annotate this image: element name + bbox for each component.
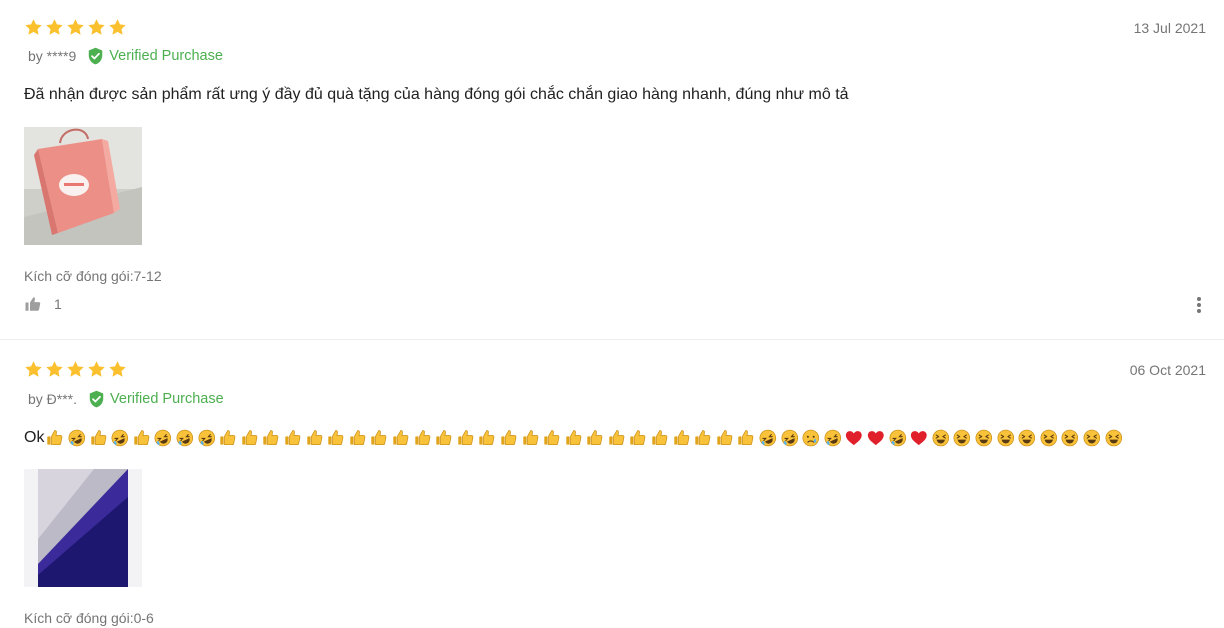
thumbs-up-emoji-icon bbox=[630, 430, 646, 445]
thumbs-up-emoji-icon bbox=[501, 430, 517, 445]
rofl-emoji-icon bbox=[889, 429, 906, 447]
verified-shield-icon bbox=[89, 390, 104, 408]
thumbs-up-emoji-icon bbox=[673, 430, 690, 445]
rofl-emoji-icon bbox=[176, 429, 194, 447]
squint-laugh-emoji-icon bbox=[1105, 429, 1122, 447]
review-text: Ok bbox=[24, 429, 45, 446]
package-size: Kích cỡ đóng gói:7-12 bbox=[24, 268, 162, 284]
crying-emoji-icon bbox=[802, 429, 820, 447]
heart-emoji-icon bbox=[846, 431, 863, 446]
verified-purchase-label: Verified Purchase bbox=[109, 48, 223, 64]
star-icon bbox=[25, 19, 42, 35]
review-date: 13 Jul 2021 bbox=[1133, 20, 1206, 36]
star-rating bbox=[24, 360, 127, 379]
like-count: 1 bbox=[54, 296, 62, 312]
review-content: Đã nhận được sản phẩm rất ưng ý đầy đủ q… bbox=[24, 86, 849, 103]
thumbs-up-emoji-icon bbox=[458, 430, 474, 445]
thumbs-up-emoji-icon bbox=[522, 430, 538, 445]
thumbs-up-emoji-icon bbox=[652, 430, 668, 445]
thumbs-up-emoji-icon bbox=[242, 430, 258, 445]
star-icon bbox=[109, 19, 126, 35]
review-card: 13 Jul 2021 by ****9 Verified Purchase Đ… bbox=[0, 0, 1224, 340]
rofl-emoji-icon bbox=[781, 429, 798, 447]
squint-laugh-emoji-icon bbox=[953, 429, 971, 447]
squint-laugh-emoji-icon bbox=[1083, 429, 1100, 447]
squint-laugh-emoji-icon bbox=[997, 429, 1014, 447]
rofl-emoji-icon bbox=[198, 429, 215, 447]
thumbs-up-emoji-icon bbox=[479, 430, 495, 445]
review-content: Ok bbox=[24, 428, 1124, 448]
star-rating bbox=[24, 18, 127, 37]
star-icon bbox=[46, 361, 63, 377]
thumbs-up-emoji-icon bbox=[393, 430, 409, 445]
review-byline: by Đ***. Verified Purchase bbox=[24, 389, 224, 409]
star-icon bbox=[46, 19, 63, 35]
reviewer-name: by Đ***. bbox=[28, 391, 78, 407]
thumbs-up-emoji-icon bbox=[609, 430, 625, 445]
thumbs-up-emoji-icon bbox=[566, 430, 582, 445]
squint-laugh-emoji-icon bbox=[1040, 429, 1057, 447]
star-icon bbox=[88, 361, 105, 377]
rofl-emoji-icon bbox=[111, 429, 129, 447]
squint-laugh-emoji-icon bbox=[975, 429, 993, 447]
verified-purchase-label: Verified Purchase bbox=[110, 391, 224, 407]
heart-emoji-icon bbox=[867, 431, 884, 446]
like-button[interactable]: 1 bbox=[24, 295, 62, 313]
review-photo[interactable] bbox=[24, 127, 142, 245]
squint-laugh-emoji-icon bbox=[932, 429, 949, 447]
review-date: 06 Oct 2021 bbox=[1129, 362, 1206, 378]
thumbs-up-emoji-icon bbox=[263, 430, 279, 445]
thumbs-up-emoji-icon bbox=[306, 430, 322, 445]
review-photo[interactable] bbox=[24, 469, 142, 587]
thumbs-up-emoji-icon bbox=[328, 430, 344, 445]
thumbs-up-emoji-icon bbox=[220, 430, 236, 445]
more-vertical-icon[interactable] bbox=[1196, 296, 1202, 314]
thumbs-up-emoji-icon bbox=[738, 430, 754, 445]
squint-laugh-emoji-icon bbox=[1018, 429, 1036, 447]
thumbs-up-emoji-icon bbox=[350, 430, 366, 445]
thumbs-up-emoji-icon bbox=[717, 430, 733, 445]
star-icon bbox=[67, 361, 84, 377]
thumbs-up-emoji-icon bbox=[414, 430, 430, 445]
reviewer-name: by ****9 bbox=[28, 48, 77, 64]
star-icon bbox=[109, 361, 126, 377]
squint-laugh-emoji-icon bbox=[1061, 429, 1079, 447]
star-icon bbox=[67, 19, 84, 35]
rofl-emoji-icon bbox=[154, 429, 172, 447]
thumbs-up-emoji-icon bbox=[544, 430, 560, 445]
thumbs-up-emoji-icon bbox=[134, 430, 150, 445]
star-icon bbox=[88, 19, 105, 35]
review-card: 06 Oct 2021 by Đ***. Verified Purchase O… bbox=[0, 340, 1224, 627]
review-byline: by ****9 Verified Purchase bbox=[24, 46, 223, 66]
thumbs-up-emoji-icon bbox=[285, 430, 301, 445]
rofl-emoji-icon bbox=[824, 429, 841, 447]
package-size: Kích cỡ đóng gói:0-6 bbox=[24, 610, 154, 626]
star-icon bbox=[25, 361, 42, 377]
heart-emoji-icon bbox=[911, 431, 927, 446]
thumbs-up-emoji-icon bbox=[587, 430, 603, 445]
thumbs-up-emoji-icon bbox=[90, 430, 106, 445]
review-content-line: Ok bbox=[24, 428, 1124, 448]
thumbs-up-emoji-icon bbox=[695, 430, 711, 445]
thumbs-up-emoji-icon bbox=[47, 430, 63, 445]
rofl-emoji-icon bbox=[759, 429, 777, 447]
thumbs-up-icon[interactable] bbox=[24, 295, 42, 313]
rofl-emoji-icon bbox=[68, 429, 86, 447]
thumbs-up-emoji-icon bbox=[371, 430, 387, 445]
thumbs-up-emoji-icon bbox=[436, 430, 452, 445]
verified-shield-icon bbox=[89, 47, 103, 65]
